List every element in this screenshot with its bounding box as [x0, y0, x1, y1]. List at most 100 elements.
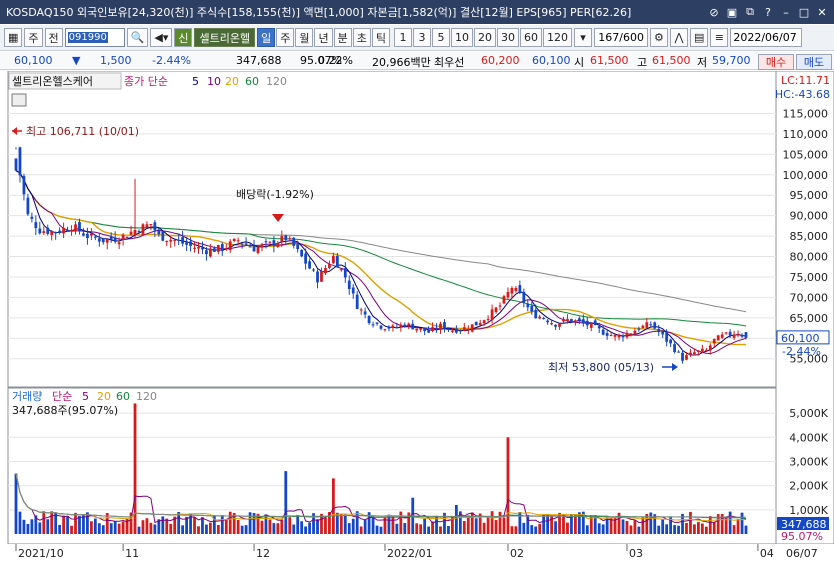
candle — [74, 224, 77, 232]
grid-icon[interactable]: ▦ — [4, 28, 23, 47]
volume-bar — [201, 517, 204, 534]
candle — [173, 239, 177, 241]
volume-bar — [530, 525, 534, 534]
close-icon[interactable]: ✕ — [814, 4, 830, 20]
volume-bar — [621, 519, 625, 534]
interval-settings-icon[interactable]: ▾ — [573, 28, 592, 47]
chart-area[interactable]: 55,00060,00065,00070,00075,00080,00085,0… — [0, 70, 834, 571]
volume-bar — [292, 524, 296, 534]
chart-window: { "title": "KOSDAQ150 외국인보유[24,320(천)] 주… — [0, 0, 834, 571]
candle — [101, 238, 105, 243]
candle — [653, 322, 657, 329]
save-icon[interactable]: ▤ — [689, 28, 709, 47]
interval-button[interactable]: 120 — [542, 28, 572, 47]
volume-bar — [391, 516, 395, 534]
chart-svg[interactable]: 55,00060,00065,00070,00075,00080,00085,0… — [0, 70, 834, 571]
candle — [220, 243, 224, 252]
volume-bar — [712, 522, 716, 534]
candle — [335, 255, 339, 268]
open-value: 61,500 — [590, 54, 629, 67]
sound-icon[interactable]: ◀▾ — [150, 28, 173, 47]
volume-bar — [93, 518, 97, 534]
period-button[interactable]: 주 — [276, 28, 295, 47]
candle — [740, 335, 744, 337]
period-button[interactable]: 틱 — [371, 28, 390, 47]
help-icon[interactable]: ? — [760, 4, 776, 20]
interval-button[interactable]: 1 — [393, 28, 412, 47]
period-button[interactable]: 초 — [352, 28, 371, 47]
date-field[interactable]: 2022/06/07 — [730, 28, 803, 47]
interval-button[interactable]: 20 — [473, 28, 496, 47]
minimize-icon[interactable]: – — [778, 4, 794, 20]
interval-button[interactable]: 3 — [412, 28, 431, 47]
volume-bar — [502, 517, 506, 534]
code-input[interactable]: 091990 — [64, 28, 125, 47]
dividend-annotation: 배당락(-1.92%) — [236, 188, 314, 201]
candle — [689, 352, 692, 356]
candle — [530, 305, 534, 312]
candle — [744, 332, 748, 338]
candle — [264, 241, 268, 243]
camera-icon[interactable]: ▣ — [724, 4, 740, 20]
volume-bar — [351, 518, 355, 534]
candle — [355, 294, 359, 309]
search-icon[interactable]: 🔍 — [126, 28, 149, 47]
volume-bar — [300, 521, 304, 534]
candle — [58, 230, 62, 233]
volume-bar — [736, 519, 740, 534]
dock-icon[interactable]: ⧉ — [742, 4, 758, 20]
period-button[interactable]: 분 — [333, 28, 352, 47]
buy-button[interactable]: 매수 — [758, 54, 794, 70]
volume-bar — [728, 511, 732, 534]
candle — [50, 231, 54, 236]
shin-badge[interactable]: 신 — [174, 28, 193, 47]
volume-bar — [359, 526, 363, 534]
best-bid-label: 최우선 — [434, 56, 465, 69]
volume-bar — [18, 511, 22, 534]
candle — [177, 239, 181, 241]
volume-bar — [562, 515, 565, 534]
all-button[interactable]: 전 — [44, 28, 63, 47]
volume-bar — [534, 526, 538, 534]
candle — [42, 231, 46, 233]
trend-icon[interactable]: ⋀ — [669, 28, 688, 47]
candle — [427, 330, 430, 333]
candle — [609, 335, 613, 337]
candle — [474, 321, 478, 326]
candle — [423, 327, 427, 332]
interval-button[interactable]: 5 — [431, 28, 450, 47]
interval-button[interactable]: 10 — [450, 28, 473, 47]
interval-button[interactable]: 30 — [496, 28, 519, 47]
interval-button[interactable]: 60 — [519, 28, 542, 47]
candle — [581, 319, 585, 323]
candle — [328, 264, 331, 268]
link-icon[interactable]: ⊘ — [706, 4, 722, 20]
candle — [30, 216, 34, 219]
candle — [185, 242, 188, 245]
period-button[interactable]: 일 — [257, 28, 276, 47]
stock-type-button[interactable]: 주 — [24, 28, 43, 47]
candle — [562, 319, 565, 322]
candle — [363, 311, 367, 315]
period-button[interactable]: 년 — [314, 28, 333, 47]
candle — [451, 330, 454, 332]
count-field[interactable]: 167/600 — [593, 28, 648, 47]
maximize-icon[interactable]: □ — [796, 4, 812, 20]
list-icon[interactable]: ≡ — [710, 28, 729, 47]
candle — [324, 268, 327, 274]
sell-button[interactable]: 매도 — [796, 54, 832, 70]
indicator-icon[interactable]: ⚙ — [649, 28, 668, 47]
period-button[interactable]: 월 — [295, 28, 314, 47]
candle — [157, 229, 161, 235]
volume-bar — [284, 471, 288, 534]
candle — [645, 322, 649, 328]
volume-bar — [264, 514, 268, 534]
candle — [665, 332, 669, 342]
price-tick-label: 75,000 — [790, 271, 829, 284]
volume-bar — [22, 519, 26, 534]
candle — [383, 329, 387, 331]
candle — [240, 243, 244, 245]
volume-bar — [466, 515, 470, 534]
volume-legend-ma: 120 — [136, 390, 157, 403]
volume-bar — [454, 504, 458, 534]
